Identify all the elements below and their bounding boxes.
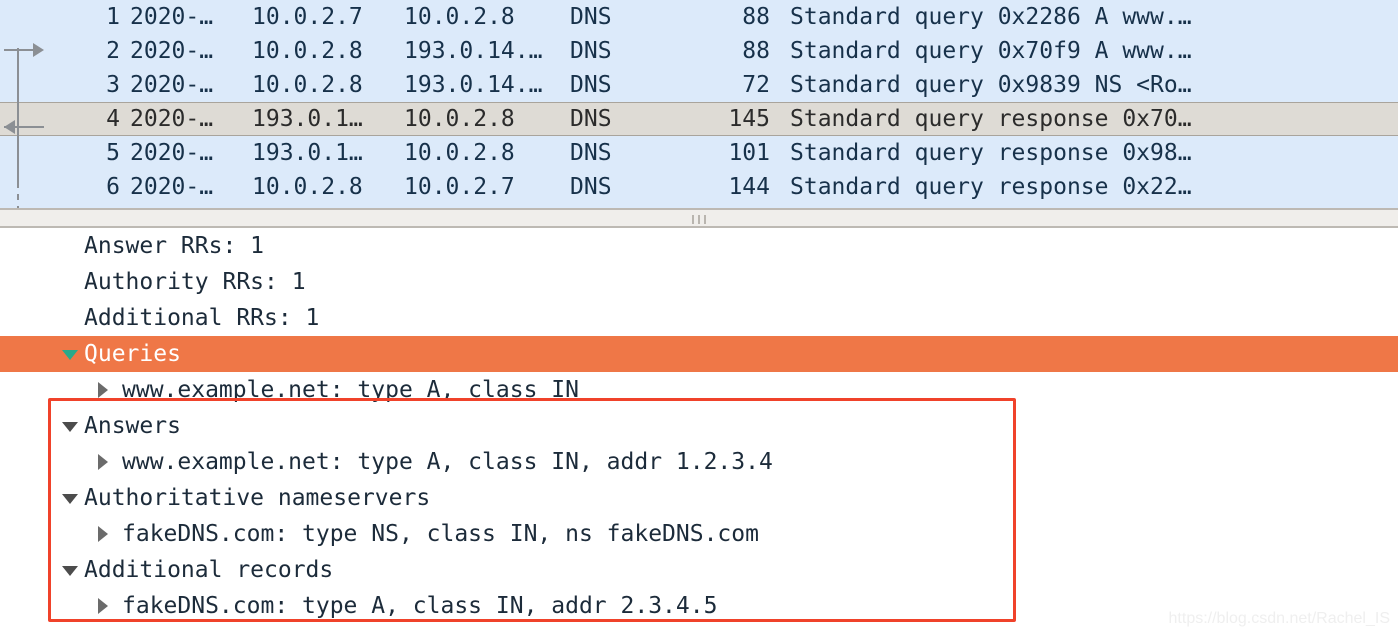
detail-tree-label: Answer RRs: 1 bbox=[84, 233, 265, 259]
packet-time: 2020-… bbox=[130, 140, 214, 166]
tree-expand-arrow-down-icon[interactable] bbox=[62, 422, 78, 432]
request-arrow-arm bbox=[4, 49, 36, 51]
packet-list-pane[interactable]: 1 2020-… 10.0.2.7 10.0.2.8 DNS 88 Standard que… bbox=[0, 0, 1398, 208]
detail-tree-row[interactable]: Queries bbox=[0, 336, 1398, 372]
detail-tree-label: Additional records bbox=[84, 557, 334, 583]
packet-time: 2020-… bbox=[130, 72, 214, 98]
packet-protocol: DNS bbox=[570, 72, 612, 98]
packet-length: 145 bbox=[728, 106, 770, 132]
packet-source: 10.0.2.7 bbox=[252, 4, 363, 30]
tree-expand-arrow-down-icon[interactable] bbox=[62, 350, 78, 360]
packet-no: 6 bbox=[106, 174, 120, 200]
detail-tree-row[interactable]: Answer RRs: 1 bbox=[0, 228, 1398, 264]
packet-destination: 193.0.14.… bbox=[404, 72, 543, 98]
detail-tree-row[interactable]: Additional RRs: 1 bbox=[0, 300, 1398, 336]
response-arrow-icon bbox=[4, 120, 15, 134]
packet-info: Standard query response 0x98… bbox=[790, 140, 1192, 166]
packet-list-row[interactable]: 2 2020-… 10.0.2.8 193.0.14.… DNS 88 Standard q… bbox=[0, 34, 1398, 68]
packet-source: 10.0.2.8 bbox=[252, 38, 363, 64]
packet-no: 2 bbox=[106, 38, 120, 64]
detail-tree-label: Additional RRs: 1 bbox=[84, 305, 320, 331]
packet-info: Standard query 0x2286 A www.… bbox=[790, 4, 1192, 30]
packet-no: 3 bbox=[106, 72, 120, 98]
packet-time: 2020-… bbox=[130, 38, 214, 64]
packet-info: Standard query 0x70f9 A www.… bbox=[790, 38, 1192, 64]
tree-expand-arrow-right-icon[interactable] bbox=[98, 526, 108, 542]
packet-time: 2020-… bbox=[130, 174, 214, 200]
detail-tree-row[interactable]: Authoritative nameservers bbox=[0, 480, 1398, 516]
packet-protocol: DNS bbox=[570, 140, 612, 166]
detail-tree-row[interactable]: Authority RRs: 1 bbox=[0, 264, 1398, 300]
tree-expand-arrow-right-icon[interactable] bbox=[98, 598, 108, 614]
wireshark-window: 1 2020-… 10.0.2.7 10.0.2.8 DNS 88 Standard que… bbox=[0, 0, 1398, 634]
detail-tree-row[interactable]: www.example.net: type A, class IN bbox=[0, 372, 1398, 408]
detail-tree-row[interactable]: www.example.net: type A, class IN, addr … bbox=[0, 444, 1398, 480]
detail-tree-label: Authoritative nameservers bbox=[84, 485, 431, 511]
splitter-grip-icon[interactable] bbox=[692, 215, 706, 224]
packet-length: 101 bbox=[728, 140, 770, 166]
pane-splitter[interactable] bbox=[0, 208, 1398, 228]
packet-list-row[interactable]: 5 2020-… 193.0.1… 10.0.2.8 DNS 101 Standard qu… bbox=[0, 136, 1398, 170]
packet-protocol: DNS bbox=[570, 174, 612, 200]
packet-length: 88 bbox=[742, 38, 770, 64]
detail-tree-label: Authority RRs: 1 bbox=[84, 269, 306, 295]
tree-expand-arrow-right-icon[interactable] bbox=[98, 382, 108, 398]
packet-list-row[interactable]: 3 2020-… 10.0.2.8 193.0.14.… DNS 72 Standard q… bbox=[0, 68, 1398, 102]
tree-expand-arrow-down-icon[interactable] bbox=[62, 494, 78, 504]
packet-source: 193.0.1… bbox=[252, 140, 363, 166]
packet-list-rows[interactable]: 1 2020-… 10.0.2.7 10.0.2.8 DNS 88 Standard que… bbox=[0, 0, 1398, 204]
packet-info: Standard query response 0x22… bbox=[790, 174, 1192, 200]
detail-tree-label: fakeDNS.com: type A, class IN, addr 2.3.… bbox=[122, 593, 718, 619]
packet-source: 10.0.2.8 bbox=[252, 72, 363, 98]
tree-expand-arrow-down-icon[interactable] bbox=[62, 566, 78, 576]
packet-protocol: DNS bbox=[570, 38, 612, 64]
packet-time: 2020-… bbox=[130, 4, 214, 30]
request-arrow-icon bbox=[33, 43, 44, 57]
packet-length: 72 bbox=[742, 72, 770, 98]
request-response-line-dashed bbox=[17, 182, 19, 208]
packet-list-row[interactable]: 1 2020-… 10.0.2.7 10.0.2.8 DNS 88 Standard que… bbox=[0, 0, 1398, 34]
detail-tree-row[interactable]: Answers bbox=[0, 408, 1398, 444]
packet-destination: 10.0.2.8 bbox=[404, 4, 515, 30]
packet-protocol: DNS bbox=[570, 106, 612, 132]
watermark-text: https://blog.csdn.net/Rachel_IS bbox=[1168, 610, 1390, 627]
packet-list-row[interactable]: 4 2020-… 193.0.1… 10.0.2.8 DNS 145 Standard qu… bbox=[0, 102, 1398, 136]
packet-detail-pane[interactable]: Answer RRs: 1 Authority RRs: 1 Additional … bbox=[0, 228, 1398, 634]
packet-info: Standard query 0x9839 NS <Ro… bbox=[790, 72, 1192, 98]
packet-source: 10.0.2.8 bbox=[252, 174, 363, 200]
detail-tree-label: www.example.net: type A, class IN bbox=[122, 377, 579, 403]
packet-source: 193.0.1… bbox=[252, 106, 363, 132]
packet-no: 4 bbox=[106, 106, 120, 132]
detail-tree-label: Answers bbox=[84, 413, 181, 439]
tree-expand-arrow-right-icon[interactable] bbox=[98, 454, 108, 470]
packet-list-row[interactable]: 6 2020-… 10.0.2.8 10.0.2.7 DNS 144 Standard qu… bbox=[0, 170, 1398, 204]
packet-no: 5 bbox=[106, 140, 120, 166]
packet-length: 88 bbox=[742, 4, 770, 30]
packet-time: 2020-… bbox=[130, 106, 214, 132]
detail-tree-label: www.example.net: type A, class IN, addr … bbox=[122, 449, 773, 475]
detail-tree-row[interactable]: fakeDNS.com: type NS, class IN, ns fakeD… bbox=[0, 516, 1398, 552]
packet-destination: 10.0.2.7 bbox=[404, 174, 515, 200]
packet-no: 1 bbox=[106, 4, 120, 30]
packet-info: Standard query response 0x70… bbox=[790, 106, 1192, 132]
request-response-line bbox=[17, 48, 19, 182]
packet-protocol: DNS bbox=[570, 4, 612, 30]
packet-destination: 193.0.14.… bbox=[404, 38, 543, 64]
packet-length: 144 bbox=[728, 174, 770, 200]
packet-detail-tree[interactable]: Answer RRs: 1 Authority RRs: 1 Additional … bbox=[0, 228, 1398, 624]
detail-tree-row[interactable]: Additional records bbox=[0, 552, 1398, 588]
detail-tree-label: Queries bbox=[84, 341, 181, 367]
detail-tree-label: fakeDNS.com: type NS, class IN, ns fakeD… bbox=[122, 521, 759, 547]
packet-destination: 10.0.2.8 bbox=[404, 140, 515, 166]
packet-destination: 10.0.2.8 bbox=[404, 106, 515, 132]
